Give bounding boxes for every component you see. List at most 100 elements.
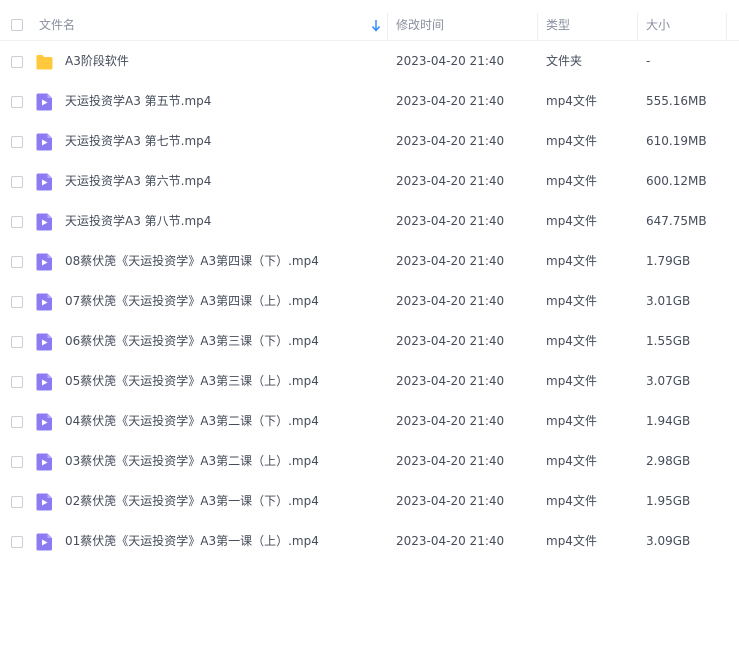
- modified-time: 2023-04-20 21:40: [396, 54, 505, 68]
- file-type: mp4文件: [546, 494, 597, 508]
- file-name[interactable]: 07蔡伏箎《天运投资学》A3第四课（上）.mp4: [65, 281, 319, 321]
- file-size: 555.16MB: [646, 94, 707, 108]
- video-icon: [36, 373, 52, 391]
- row-checkbox[interactable]: [11, 536, 23, 548]
- file-type: 文件夹: [546, 54, 583, 68]
- select-all-checkbox[interactable]: [11, 19, 23, 31]
- row-checkbox[interactable]: [11, 96, 23, 108]
- video-icon: [36, 493, 52, 511]
- modified-time: 2023-04-20 21:40: [396, 134, 505, 148]
- file-row[interactable]: 07蔡伏箎《天运投资学》A3第四课（上）.mp4 2023-04-20 21:40…: [0, 281, 739, 321]
- file-type: mp4文件: [546, 94, 597, 108]
- modified-time: 2023-04-20 21:40: [396, 454, 505, 468]
- file-type: mp4文件: [546, 174, 597, 188]
- file-size: 3.09GB: [646, 534, 691, 548]
- file-name[interactable]: 03蔡伏箎《天运投资学》A3第二课（上）.mp4: [65, 441, 319, 481]
- row-checkbox[interactable]: [11, 136, 23, 148]
- modified-time: 2023-04-20 21:40: [396, 254, 505, 268]
- file-list-header: 文件名 修改时间 类型 大小: [0, 0, 739, 41]
- file-name[interactable]: 02蔡伏箎《天运投资学》A3第一课（下）.mp4: [65, 481, 319, 521]
- file-row[interactable]: A3阶段软件 2023-04-20 21:40 文件夹 -: [0, 41, 739, 81]
- column-divider[interactable]: [637, 13, 638, 40]
- row-checkbox[interactable]: [11, 176, 23, 188]
- row-checkbox[interactable]: [11, 296, 23, 308]
- file-type: mp4文件: [546, 414, 597, 428]
- file-name[interactable]: 08蔡伏箎《天运投资学》A3第四课（下）.mp4: [65, 241, 319, 281]
- row-checkbox[interactable]: [11, 256, 23, 268]
- video-icon: [36, 533, 52, 551]
- folder-icon: [36, 55, 53, 70]
- file-size: 3.01GB: [646, 294, 691, 308]
- file-name[interactable]: 天运投资学A3 第八节.mp4: [65, 201, 211, 241]
- file-row[interactable]: 08蔡伏箎《天运投资学》A3第四课（下）.mp4 2023-04-20 21:40…: [0, 241, 739, 281]
- video-icon: [36, 333, 52, 351]
- modified-time: 2023-04-20 21:40: [396, 294, 505, 308]
- sort-down-arrow-icon[interactable]: [371, 19, 381, 33]
- file-name[interactable]: 天运投资学A3 第七节.mp4: [65, 121, 211, 161]
- video-icon: [36, 133, 52, 151]
- file-size: 600.12MB: [646, 174, 707, 188]
- modified-time: 2023-04-20 21:40: [396, 534, 505, 548]
- file-row[interactable]: 天运投资学A3 第八节.mp4 2023-04-20 21:40 mp4文件 647.…: [0, 201, 739, 241]
- file-row[interactable]: 02蔡伏箎《天运投资学》A3第一课（下）.mp4 2023-04-20 21:40…: [0, 481, 739, 521]
- file-row[interactable]: 05蔡伏箎《天运投资学》A3第三课（上）.mp4 2023-04-20 21:40…: [0, 361, 739, 401]
- file-size: 1.95GB: [646, 494, 691, 508]
- file-row[interactable]: 天运投资学A3 第五节.mp4 2023-04-20 21:40 mp4文件 555.…: [0, 81, 739, 121]
- file-type: mp4文件: [546, 374, 597, 388]
- file-type: mp4文件: [546, 534, 597, 548]
- file-size: 3.07GB: [646, 374, 691, 388]
- file-row[interactable]: 天运投资学A3 第六节.mp4 2023-04-20 21:40 mp4文件 600.…: [0, 161, 739, 201]
- file-type: mp4文件: [546, 214, 597, 228]
- file-row[interactable]: 天运投资学A3 第七节.mp4 2023-04-20 21:40 mp4文件 610.…: [0, 121, 739, 161]
- video-icon: [36, 253, 52, 271]
- file-name[interactable]: 01蔡伏箎《天运投资学》A3第一课（上）.mp4: [65, 521, 319, 561]
- row-checkbox[interactable]: [11, 376, 23, 388]
- file-row[interactable]: 06蔡伏箎《天运投资学》A3第三课（下）.mp4 2023-04-20 21:40…: [0, 321, 739, 361]
- video-icon: [36, 93, 52, 111]
- file-type: mp4文件: [546, 134, 597, 148]
- column-divider[interactable]: [387, 13, 388, 40]
- video-icon: [36, 213, 52, 231]
- row-checkbox[interactable]: [11, 456, 23, 468]
- video-icon: [36, 293, 52, 311]
- file-name[interactable]: 06蔡伏箎《天运投资学》A3第三课（下）.mp4: [65, 321, 319, 361]
- file-type: mp4文件: [546, 334, 597, 348]
- file-size: 647.75MB: [646, 214, 707, 228]
- column-header-size[interactable]: 大小: [646, 0, 670, 40]
- file-list: 文件名 修改时间 类型 大小 A3阶段软件 2023-04-20 21:40 文件夹…: [0, 0, 739, 654]
- file-row[interactable]: 04蔡伏箎《天运投资学》A3第二课（下）.mp4 2023-04-20 21:40…: [0, 401, 739, 441]
- file-size: 2.98GB: [646, 454, 691, 468]
- file-name[interactable]: 天运投资学A3 第六节.mp4: [65, 161, 211, 201]
- file-type: mp4文件: [546, 254, 597, 268]
- column-divider[interactable]: [537, 13, 538, 40]
- file-type: mp4文件: [546, 294, 597, 308]
- row-checkbox[interactable]: [11, 56, 23, 68]
- file-name[interactable]: 天运投资学A3 第五节.mp4: [65, 81, 211, 121]
- file-type: mp4文件: [546, 454, 597, 468]
- column-header-type[interactable]: 类型: [546, 0, 570, 40]
- row-checkbox[interactable]: [11, 496, 23, 508]
- modified-time: 2023-04-20 21:40: [396, 494, 505, 508]
- file-size: -: [646, 54, 651, 68]
- file-size: 1.79GB: [646, 254, 691, 268]
- file-rows: A3阶段软件 2023-04-20 21:40 文件夹 - 天运投资学A3 第五节.mp…: [0, 41, 739, 561]
- modified-time: 2023-04-20 21:40: [396, 174, 505, 188]
- file-size: 610.19MB: [646, 134, 707, 148]
- modified-time: 2023-04-20 21:40: [396, 214, 505, 228]
- file-row[interactable]: 03蔡伏箎《天运投资学》A3第二课（上）.mp4 2023-04-20 21:40…: [0, 441, 739, 481]
- column-header-time[interactable]: 修改时间: [396, 0, 444, 40]
- modified-time: 2023-04-20 21:40: [396, 374, 505, 388]
- row-checkbox[interactable]: [11, 416, 23, 428]
- video-icon: [36, 413, 52, 431]
- column-divider[interactable]: [726, 13, 727, 40]
- file-name[interactable]: 04蔡伏箎《天运投资学》A3第二课（下）.mp4: [65, 401, 319, 441]
- video-icon: [36, 173, 52, 191]
- file-name[interactable]: 05蔡伏箎《天运投资学》A3第三课（上）.mp4: [65, 361, 319, 401]
- column-header-name[interactable]: 文件名: [39, 0, 75, 40]
- file-size: 1.55GB: [646, 334, 691, 348]
- file-size: 1.94GB: [646, 414, 691, 428]
- row-checkbox[interactable]: [11, 216, 23, 228]
- file-row[interactable]: 01蔡伏箎《天运投资学》A3第一课（上）.mp4 2023-04-20 21:40…: [0, 521, 739, 561]
- file-name[interactable]: A3阶段软件: [65, 41, 129, 81]
- row-checkbox[interactable]: [11, 336, 23, 348]
